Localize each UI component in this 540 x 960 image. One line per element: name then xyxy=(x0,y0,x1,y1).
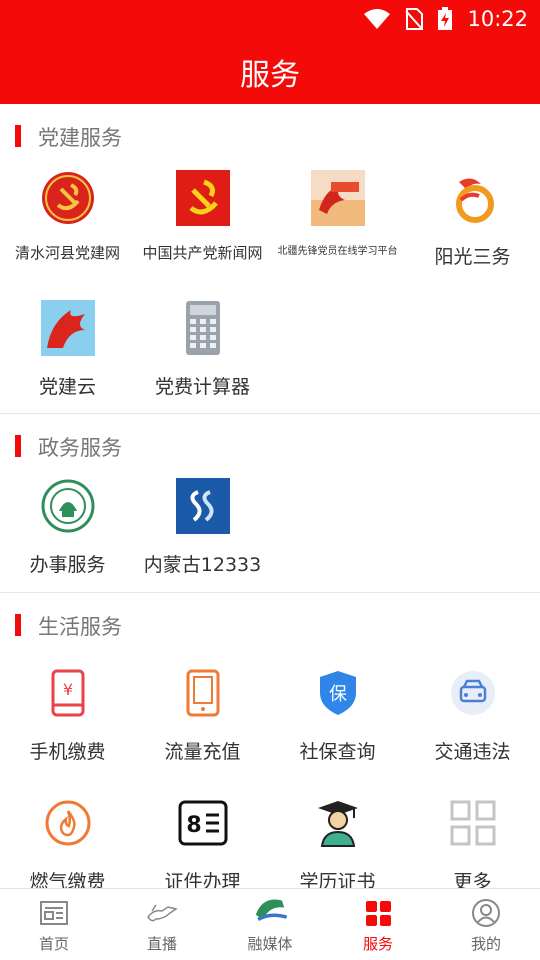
service-label: 北疆先锋党员在线学习平台 xyxy=(277,246,398,257)
service-content: 党建服务 清水河县党建网 中国共产党新闻网 北疆先锋党员在线学习平台 阳光三务 … xyxy=(0,104,540,888)
service-item-party-cloud[interactable]: 党建云 xyxy=(0,300,135,430)
service-item-12333[interactable]: 内蒙古12333 xyxy=(135,478,270,608)
bottom-tab-bar: 首页 直播 融媒体 服务 我的 xyxy=(0,888,540,960)
section-accent-bar xyxy=(15,125,21,147)
service-item-traffic-violation[interactable]: 交通违法 xyxy=(405,665,540,795)
tab-live[interactable]: 直播 xyxy=(108,889,216,960)
service-item-gas-pay[interactable]: 燃气缴费 xyxy=(0,795,135,888)
service-label: 党建云 xyxy=(38,376,96,398)
party-emblem-icon xyxy=(40,170,96,226)
data-topup-icon xyxy=(175,665,231,721)
grid-icon xyxy=(445,795,501,851)
service-item-social-security[interactable]: 保 社保查询 xyxy=(270,665,405,795)
flame-icon xyxy=(40,795,96,851)
section-header: 政务服务 xyxy=(0,414,540,480)
service-label: 内蒙古12333 xyxy=(143,554,262,576)
service-item-more[interactable]: 更多 xyxy=(405,795,540,888)
service-label: 燃气缴费 xyxy=(29,871,106,888)
tab-label: 服务 xyxy=(362,935,393,953)
svg-text:¥: ¥ xyxy=(63,680,73,699)
app-header: 10:22 服务 xyxy=(0,0,540,104)
service-item-data-topup[interactable]: 流量充值 xyxy=(135,665,270,795)
section-government-services: 政务服务 办事服务 内蒙古12333 xyxy=(0,414,540,593)
service-label: 党费计算器 xyxy=(154,376,250,398)
red-horse-icon xyxy=(40,300,96,356)
section-header: 生活服务 xyxy=(0,593,540,659)
horse-banner-icon xyxy=(310,170,366,226)
service-label: 中国共产党新闻网 xyxy=(142,244,263,262)
service-label: 更多 xyxy=(453,871,492,888)
sun-logo-icon xyxy=(445,170,501,226)
service-label: 清水河县党建网 xyxy=(14,244,120,262)
service-item-dues-calculator[interactable]: 党费计算器 xyxy=(135,300,270,430)
service-label: 办事服务 xyxy=(29,554,106,576)
apps-icon xyxy=(366,901,391,926)
service-label: 学历证书 xyxy=(299,871,376,888)
tab-label: 首页 xyxy=(38,935,69,953)
section-title: 生活服务 xyxy=(38,615,122,639)
tab-label: 融媒体 xyxy=(247,935,293,953)
section-header: 党建服务 xyxy=(0,104,540,170)
calculator-icon xyxy=(175,300,231,356)
service-label: 证件办理 xyxy=(164,871,241,888)
wall-logo-icon xyxy=(252,892,288,928)
section-title: 政务服务 xyxy=(38,436,122,460)
phone-pay-icon: ¥ xyxy=(40,665,96,721)
service-label: 交通违法 xyxy=(434,741,511,763)
page-title: 服务 xyxy=(240,58,300,93)
service-item-diploma[interactable]: 学历证书 xyxy=(270,795,405,888)
horse-icon xyxy=(147,904,178,922)
service-item-beijiang-pioneer[interactable]: 北疆先锋党员在线学习平台 xyxy=(270,170,405,300)
graduate-icon xyxy=(310,795,366,851)
svg-text:8: 8 xyxy=(186,813,201,838)
service-label: 社保查询 xyxy=(299,741,376,763)
wifi-icon xyxy=(364,9,391,29)
clock: 10:22 xyxy=(467,7,528,31)
section-life-services: 生活服务 ¥ 手机缴费 流量充值 保 社保查询 交通违法 燃气缴费 8 证件办理… xyxy=(0,593,540,888)
shield-icon: 保 xyxy=(310,665,366,721)
tab-label: 直播 xyxy=(146,935,177,953)
car-icon xyxy=(445,665,501,721)
status-bar: 10:22 xyxy=(363,6,528,32)
section-accent-bar xyxy=(15,614,21,636)
section-title: 党建服务 xyxy=(38,126,122,150)
news-icon xyxy=(40,901,68,925)
seal-icon xyxy=(40,478,96,534)
tab-profile[interactable]: 我的 xyxy=(432,889,540,960)
tab-label: 我的 xyxy=(470,935,501,953)
service-item-affairs[interactable]: 办事服务 xyxy=(0,478,135,608)
tab-services[interactable]: 服务 xyxy=(324,889,432,960)
blue-s-logo-icon xyxy=(175,478,231,534)
service-item-qingshuihe-party[interactable]: 清水河县党建网 xyxy=(0,170,135,300)
service-label: 流量充值 xyxy=(164,741,241,763)
section-party-services: 党建服务 清水河县党建网 中国共产党新闻网 北疆先锋党员在线学习平台 阳光三务 … xyxy=(0,104,540,414)
tab-media[interactable]: 融媒体 xyxy=(216,889,324,960)
no-sim-icon xyxy=(405,8,424,30)
party-flag-icon xyxy=(175,170,231,226)
service-item-id-docs[interactable]: 8 证件办理 xyxy=(135,795,270,888)
id-card-icon: 8 xyxy=(175,795,231,851)
section-accent-bar xyxy=(15,435,21,457)
svg-text:保: 保 xyxy=(329,684,347,705)
service-item-phone-pay[interactable]: ¥ 手机缴费 xyxy=(0,665,135,795)
service-label: 阳光三务 xyxy=(434,246,511,268)
battery-charging-icon xyxy=(438,7,453,30)
service-label: 手机缴费 xyxy=(29,741,106,763)
service-item-cpc-news[interactable]: 中国共产党新闻网 xyxy=(135,170,270,300)
service-item-sunshine-affairs[interactable]: 阳光三务 xyxy=(405,170,540,300)
profile-icon xyxy=(472,899,500,927)
tab-home[interactable]: 首页 xyxy=(0,889,108,960)
